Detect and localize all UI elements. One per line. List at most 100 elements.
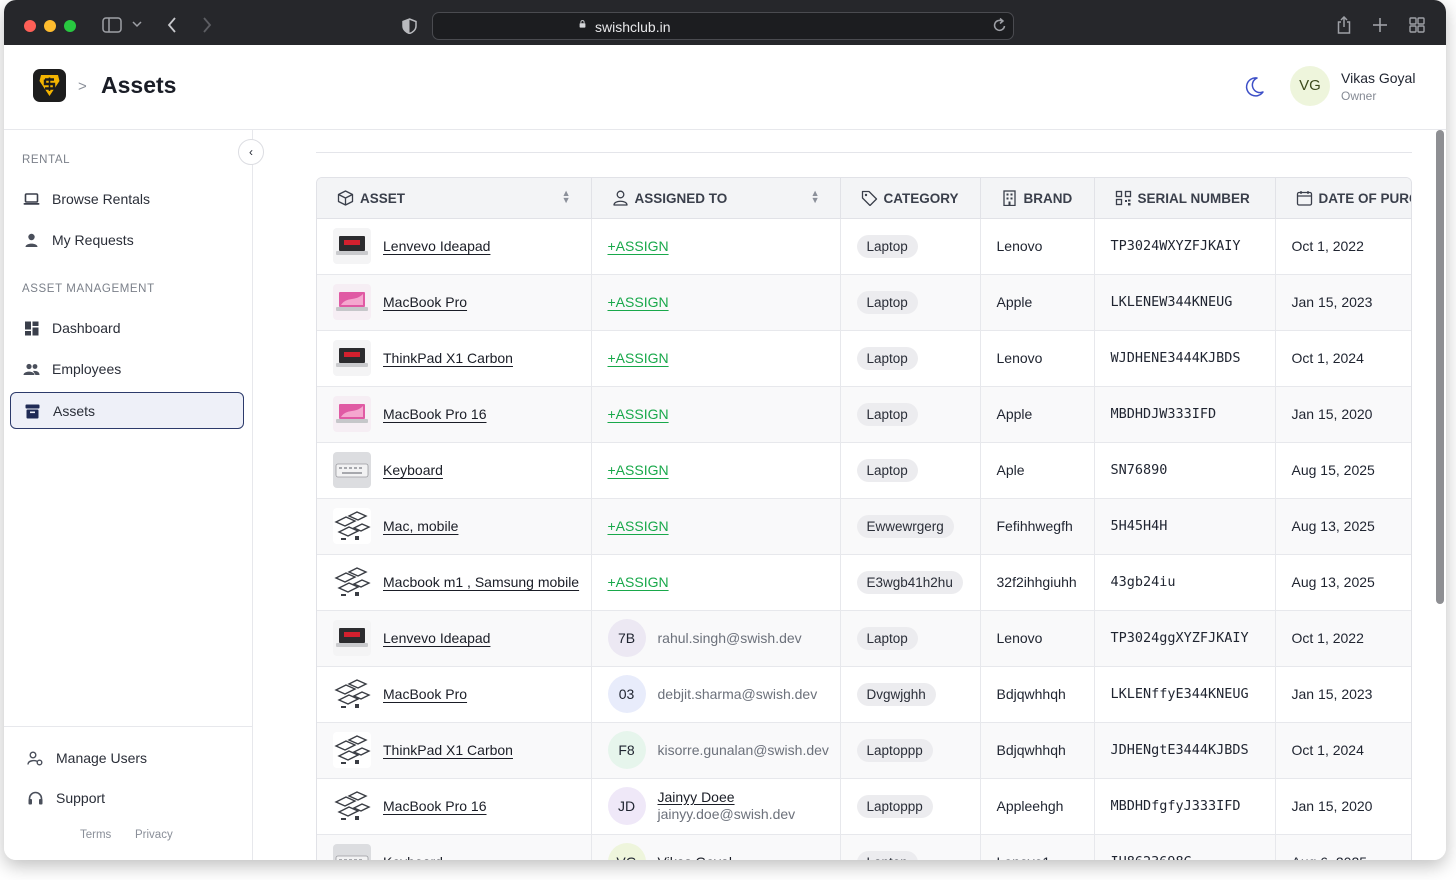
assign-link[interactable]: +ASSIGN xyxy=(608,238,669,254)
assignee-info: Vikas Goyal xyxy=(658,854,732,861)
asset-name-link[interactable]: ThinkPad X1 Carbon xyxy=(383,742,513,758)
breadcrumb-separator: > xyxy=(78,78,87,95)
table-row[interactable]: MacBook Pro 16 +ASSIGN Laptop Apple MBDHDJW3… xyxy=(317,386,1411,443)
page-title: Assets xyxy=(101,72,177,98)
cell-category: Laptop xyxy=(840,274,981,331)
column-label: BRAND xyxy=(1023,190,1073,206)
table-row[interactable]: Keyboard +ASSIGN Laptop Aple SN76890 Aug 15, … xyxy=(317,442,1411,499)
sidebar-item-employees[interactable]: Employees xyxy=(10,351,244,388)
column-header-date-of-purchase[interactable]: DATE OF PURC xyxy=(1275,178,1411,219)
page-scrollbar[interactable] xyxy=(1436,130,1444,604)
cell-brand: Bdjqwhhqh xyxy=(980,666,1095,723)
asset-thumbnail xyxy=(333,452,371,488)
column-header-serial-number[interactable]: SERIAL NUMBER xyxy=(1094,178,1276,219)
asset-name-link[interactable]: Macbook m1 , Samsung mobile xyxy=(383,574,579,590)
asset-name-link[interactable]: MacBook Pro 16 xyxy=(383,406,487,422)
sidebar-item-browse-rentals[interactable]: Browse Rentals xyxy=(10,181,244,218)
asset-thumbnail xyxy=(333,396,371,432)
cell-assigned-to: +ASSIGN xyxy=(591,274,841,331)
assign-link[interactable]: +ASSIGN xyxy=(608,294,669,310)
collapse-sidebar-button[interactable]: ‹ xyxy=(238,139,264,165)
category-chip: Ewwewrgerg xyxy=(856,514,954,538)
bundle-thumbnail-icon xyxy=(333,508,371,544)
asset-name-link[interactable]: MacBook Pro xyxy=(383,294,467,310)
cell-category: Laptoppp xyxy=(840,722,981,779)
address-bar[interactable]: swishclub.in xyxy=(432,12,1014,40)
swishclub-logo[interactable] xyxy=(33,69,66,102)
cell-asset: MacBook Pro xyxy=(317,666,592,723)
privacy-shield-icon[interactable] xyxy=(402,18,417,34)
back-icon[interactable] xyxy=(167,17,177,33)
sidebar-toggle-icon[interactable] xyxy=(102,17,122,33)
table-row[interactable]: MacBook Pro 16 JD Jainyy Doee jainyy.doe@sw… xyxy=(317,778,1411,835)
asset-thumbnail xyxy=(333,284,371,320)
table-row[interactable]: ThinkPad X1 Carbon F8 kisorre.gunalan@swis… xyxy=(317,722,1411,779)
cell-assigned-to: +ASSIGN xyxy=(591,554,841,611)
share-icon[interactable] xyxy=(1336,16,1352,34)
user-avatar[interactable]: VG xyxy=(1290,66,1330,106)
assignee-avatar: JD xyxy=(607,787,646,825)
column-header-assigned-to[interactable]: ASSIGNED TO ▲ ▼ xyxy=(591,178,841,219)
asset-name-link[interactable]: Keyboard xyxy=(383,462,443,478)
table-row[interactable]: ThinkPad X1 Carbon +ASSIGN Laptop Lenovo WJD… xyxy=(317,330,1411,387)
cell-date-of-purchase: Aug 13, 2025 xyxy=(1275,554,1411,611)
cell-assigned-to: +ASSIGN xyxy=(591,218,841,275)
table-row[interactable]: Lenvevo Ideapad +ASSIGN Laptop Lenovo TP3024… xyxy=(317,218,1411,275)
cell-date-of-purchase: Oct 1, 2024 xyxy=(1275,722,1411,779)
table-row[interactable]: MacBook Pro +ASSIGN Laptop Apple LKLENEW344K… xyxy=(317,274,1411,331)
tag-icon xyxy=(861,190,877,206)
asset-name-link[interactable]: Lenvevo Ideapad xyxy=(383,238,490,254)
sort-icon[interactable]: ▲ ▼ xyxy=(562,189,571,205)
chevron-down-icon[interactable] xyxy=(132,21,142,29)
reload-icon[interactable] xyxy=(993,17,1007,33)
sidebar-item-support[interactable]: Support xyxy=(14,780,248,817)
cell-category: E3wgb41h2hu xyxy=(840,554,981,611)
assignee-info: Jainyy Doee jainyy.doe@swish.dev xyxy=(658,789,796,823)
assign-link[interactable]: +ASSIGN xyxy=(608,574,669,590)
laptop-thumbnail-icon xyxy=(333,228,371,264)
sort-icon[interactable]: ▲ ▼ xyxy=(811,189,820,205)
table-row[interactable]: Lenvevo Ideapad 7B rahul.singh@swish.dev La… xyxy=(317,610,1411,667)
asset-name-link[interactable]: Mac, mobile xyxy=(383,518,458,534)
minimize-window-button[interactable] xyxy=(44,20,56,32)
column-header-category[interactable]: CATEGORY xyxy=(840,178,981,219)
zoom-window-button[interactable] xyxy=(64,20,76,32)
user-name[interactable]: Vikas Goyal xyxy=(1341,70,1415,86)
forward-icon[interactable] xyxy=(202,17,212,33)
assignee-email: kisorre.gunalan@swish.dev xyxy=(657,742,829,758)
close-window-button[interactable] xyxy=(24,20,36,32)
assignee-name-link[interactable]: Jainyy Doee xyxy=(658,789,796,806)
cell-category: Laptop xyxy=(840,386,981,443)
asset-name-link[interactable]: ThinkPad X1 Carbon xyxy=(383,350,513,366)
column-header-brand[interactable]: BRAND xyxy=(980,178,1095,219)
category-chip: Laptop xyxy=(856,346,918,370)
cell-brand: Fefihhwegfh xyxy=(980,498,1095,555)
assign-link[interactable]: +ASSIGN xyxy=(608,406,669,422)
sidebar-item-dashboard[interactable]: Dashboard xyxy=(10,310,244,347)
table-row[interactable]: MacBook Pro 03 debjit.sharma@swish.dev Dvgw… xyxy=(317,666,1411,723)
assignee-avatar: 7B xyxy=(607,619,646,657)
terms-link[interactable]: Terms xyxy=(80,829,111,841)
asset-name-link[interactable]: MacBook Pro xyxy=(383,686,467,702)
table-row[interactable]: Mac, mobile +ASSIGN Ewwewrgerg Fefihhwegfh 5… xyxy=(317,498,1411,555)
privacy-link[interactable]: Privacy xyxy=(135,829,173,841)
assignee-name-link[interactable]: Vikas Goyal xyxy=(658,854,732,861)
asset-name-link[interactable]: MacBook Pro 16 xyxy=(383,798,487,814)
dark-mode-icon[interactable] xyxy=(1242,75,1266,99)
assign-link[interactable]: +ASSIGN xyxy=(608,350,669,366)
category-chip: Laptop xyxy=(856,850,918,860)
assign-link[interactable]: +ASSIGN xyxy=(608,462,669,478)
sidebar-item-assets[interactable]: Assets xyxy=(10,392,244,429)
asset-name-link[interactable]: Keyboard xyxy=(383,854,443,860)
table-row[interactable]: Keyboard VG Vikas Goyal Laptop Lenovo1IH8623… xyxy=(317,834,1411,861)
tab-overview-icon[interactable] xyxy=(1409,17,1425,33)
assign-link[interactable]: +ASSIGN xyxy=(608,518,669,534)
cell-assigned-to: +ASSIGN xyxy=(591,330,841,387)
new-tab-icon[interactable] xyxy=(1373,18,1387,32)
assets-table-container[interactable]: ASSET ▲▼ ASSIGNED TO ▲▼ CATEGORY BRAND xyxy=(316,177,1412,860)
column-header-asset[interactable]: ASSET ▲ ▼ xyxy=(317,178,592,219)
table-row[interactable]: Macbook m1 , Samsung mobile +ASSIGN E3wgb4… xyxy=(317,554,1411,611)
sidebar-item-my-requests[interactable]: My Requests xyxy=(10,222,244,259)
asset-name-link[interactable]: Lenvevo Ideapad xyxy=(383,630,490,646)
sidebar-item-manage-users[interactable]: Manage Users xyxy=(14,740,248,777)
